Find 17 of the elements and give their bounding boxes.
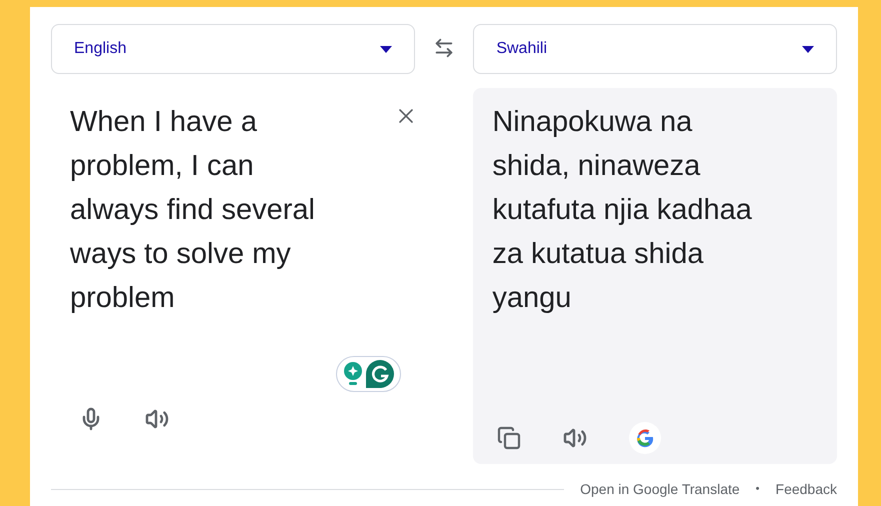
grammar-assistant-badge[interactable] bbox=[336, 356, 401, 392]
caret-icon bbox=[380, 46, 392, 52]
source-text: When I have a problem, I can always find several ways to solve my problem bbox=[70, 105, 316, 316]
speaker-icon[interactable] bbox=[563, 426, 588, 450]
lightbulb-icon bbox=[343, 361, 363, 387]
caret-icon bbox=[802, 46, 814, 52]
language-dropdown[interactable]: English bbox=[51, 24, 415, 74]
translated-text: Ninapokuwa na shida, ninaweza kutafuta njia kadhaa za kutatua shida yangu bbox=[492, 105, 753, 316]
swap-languages-icon[interactable] bbox=[433, 37, 455, 59]
language-dropdown[interactable]: Swahili bbox=[473, 24, 837, 74]
copy-icon[interactable] bbox=[497, 426, 522, 450]
google-logo-icon[interactable] bbox=[629, 422, 662, 454]
feedback-link[interactable]: Feedback bbox=[776, 479, 837, 500]
separator-dot: • bbox=[756, 482, 760, 498]
speaker-icon[interactable] bbox=[145, 407, 169, 431]
grammar-g-icon bbox=[366, 360, 394, 388]
open-in-translate-link[interactable]: Open in Google Translate bbox=[580, 479, 740, 500]
